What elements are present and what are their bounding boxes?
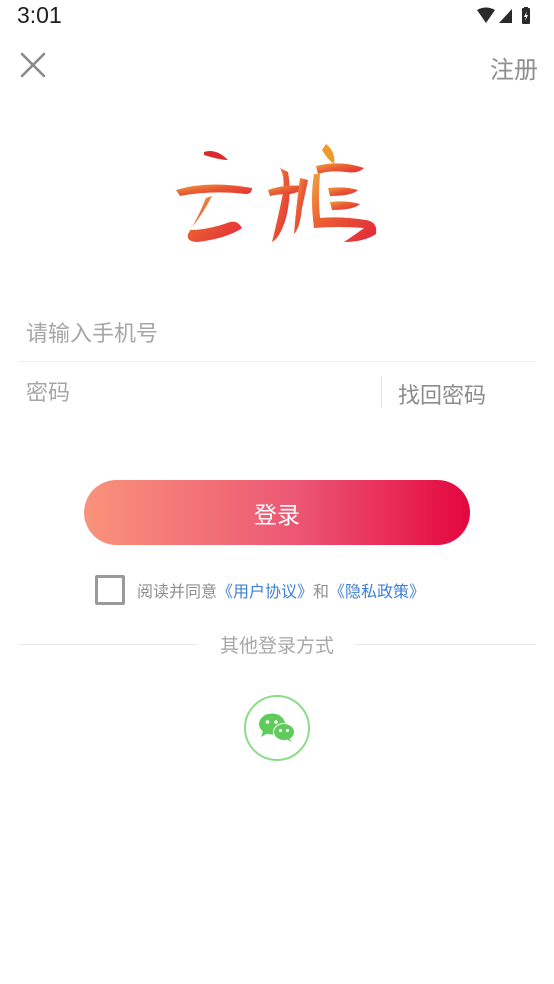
close-button[interactable] — [16, 48, 52, 84]
field-divider — [381, 376, 382, 407]
agreement-checkbox[interactable] — [95, 575, 125, 605]
password-input[interactable] — [18, 366, 373, 420]
status-icons — [477, 7, 530, 24]
phone-input[interactable] — [18, 308, 536, 361]
status-bar: 3:01 — [0, 0, 554, 36]
register-link[interactable]: 注册 — [490, 50, 538, 85]
login-screen: 3:01 注册 请输入手机号 找回密码 登录 阅读并同意 《用户协议》 和 《隐… — [0, 0, 554, 984]
close-icon — [20, 52, 46, 78]
divider-line-right — [354, 644, 536, 645]
forgot-password-link[interactable]: 找回密码 — [398, 378, 486, 410]
wechat-login-button[interactable] — [244, 695, 310, 761]
password-field[interactable]: 找回密码 — [18, 366, 536, 420]
login-button[interactable]: 登录 — [84, 480, 470, 545]
user-agreement-link[interactable]: 《用户协议》 — [217, 578, 313, 602]
brand-logo — [176, 144, 377, 242]
wechat-icon — [259, 713, 295, 742]
wifi-icon — [477, 7, 495, 23]
status-time: 3:01 — [17, 2, 62, 28]
other-login-divider: 其他登录方式 — [18, 630, 536, 660]
battery-icon — [522, 7, 530, 24]
signal-icon — [499, 9, 512, 23]
agreement-conjunction: 和 — [313, 582, 330, 601]
agreement-prefix: 阅读并同意 — [137, 582, 218, 601]
agreement-row: 阅读并同意 《用户协议》 和 《隐私政策》 — [95, 575, 425, 605]
phone-field[interactable] — [18, 308, 536, 362]
privacy-policy-link[interactable]: 《隐私政策》 — [329, 578, 425, 602]
